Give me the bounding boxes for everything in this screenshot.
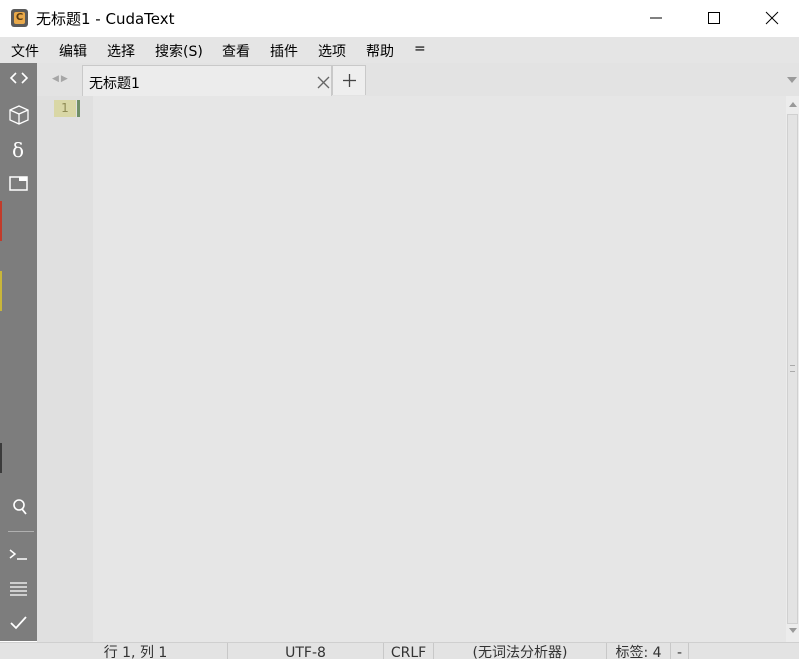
- console-icon: [9, 549, 27, 560]
- project-button[interactable]: [5, 100, 33, 128]
- sidebar-edge-strip: [0, 443, 2, 473]
- search-icon: [13, 499, 27, 515]
- console-button[interactable]: [5, 540, 33, 568]
- menu-more[interactable]: =: [414, 41, 426, 57]
- title-bar: C 无标题1 - CudaText: [0, 0, 799, 37]
- current-line[interactable]: [93, 100, 786, 117]
- scroll-down-arrow-icon[interactable]: [789, 628, 797, 633]
- menu-search[interactable]: 搜索(S): [155, 41, 203, 61]
- scroll-up-arrow-icon[interactable]: [789, 102, 797, 107]
- validate-button[interactable]: [5, 609, 33, 637]
- line-number-gutter: 1: [37, 96, 93, 642]
- plus-icon: [343, 74, 356, 87]
- line-number: 1: [61, 101, 69, 115]
- search-button[interactable]: [5, 493, 33, 521]
- status-encoding[interactable]: UTF-8: [227, 643, 383, 659]
- vertical-scrollbar[interactable]: [786, 96, 799, 642]
- cudatext-app-icon[interactable]: C: [11, 9, 28, 27]
- status-caret-position[interactable]: 行 1, 列 1: [44, 643, 227, 659]
- window-title: 无标题1 - CudaText: [36, 10, 175, 28]
- cudatext-window: C 无标题1 - CudaText 文件 编辑 选择 搜索(S) 查看 插件 选…: [0, 0, 799, 659]
- editor-area[interactable]: [77, 96, 786, 642]
- snippets-button[interactable]: δ: [5, 135, 33, 163]
- menu-edit[interactable]: 编辑: [59, 41, 87, 61]
- minimize-icon: [650, 17, 662, 19]
- code-tree-button[interactable]: [5, 65, 33, 93]
- project-box-icon: [9, 105, 29, 125]
- maximize-icon: [708, 12, 720, 24]
- app-icon-letter: C: [14, 12, 25, 24]
- tabs-panel-icon: [9, 176, 28, 191]
- status-lexer[interactable]: (无词法分析器): [433, 643, 606, 659]
- status-line-ending[interactable]: CRLF: [383, 643, 433, 659]
- menu-plugins[interactable]: 插件: [270, 41, 298, 61]
- add-tab-button[interactable]: [332, 65, 366, 95]
- menu-view[interactable]: 查看: [222, 41, 250, 61]
- menu-selection[interactable]: 选择: [107, 41, 135, 61]
- status-tab-size[interactable]: 标签: 4: [606, 643, 670, 659]
- close-button[interactable]: [743, 0, 799, 36]
- status-bar: 行 1, 列 1 UTF-8 CRLF (无词法分析器) 标签: 4 -: [0, 642, 799, 659]
- chevron-down-icon[interactable]: [787, 77, 797, 83]
- menu-bar: 文件 编辑 选择 搜索(S) 查看 插件 选项 帮助 =: [0, 37, 799, 64]
- tab-label: 无标题1: [89, 76, 140, 92]
- status-empty-cell: [688, 643, 799, 659]
- maximize-button[interactable]: [685, 0, 743, 36]
- scroll-thumb[interactable]: [787, 114, 798, 624]
- tab-scroll-arrows[interactable]: ◀▶: [52, 74, 70, 84]
- close-icon: [765, 11, 779, 25]
- minimize-button[interactable]: [627, 0, 685, 36]
- output-list-icon: [10, 582, 27, 596]
- validate-check-icon: [10, 616, 27, 630]
- sidebar-edge-strip: [0, 201, 2, 241]
- svg-text:δ: δ: [12, 138, 24, 162]
- tab-untitled-1[interactable]: 无标题1: [82, 65, 332, 96]
- menu-file[interactable]: 文件: [11, 41, 39, 61]
- text-caret: [77, 100, 80, 117]
- code-tree-icon: [9, 72, 29, 84]
- menu-options[interactable]: 选项: [318, 41, 346, 61]
- delta-icon: δ: [12, 138, 24, 162]
- tabs-panel-button[interactable]: [5, 169, 33, 197]
- sidebar-divider: [8, 531, 34, 532]
- output-button[interactable]: [5, 574, 33, 602]
- tab-bar: ◀▶ 无标题1: [37, 63, 799, 96]
- sidebar-edge-strip: [0, 271, 2, 311]
- status-extra[interactable]: -: [670, 643, 688, 659]
- menu-help[interactable]: 帮助: [366, 41, 394, 61]
- tab-close-icon[interactable]: [317, 76, 330, 89]
- scroll-grip: [790, 365, 795, 372]
- sidebar: δ: [0, 63, 37, 641]
- current-line-number: 1: [54, 100, 76, 117]
